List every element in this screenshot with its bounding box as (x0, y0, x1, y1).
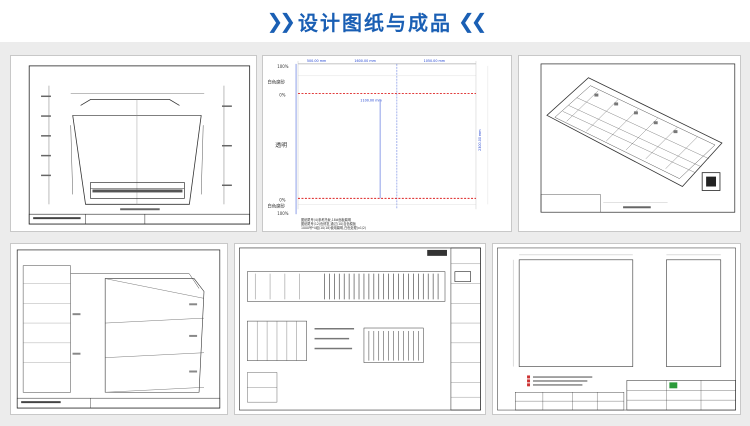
frame-titleblock-drawing (497, 247, 736, 411)
note-line-3: 1000号*4组(10/18)使用磨明,白色处理(x1/2) (301, 225, 366, 230)
drawing-cross-section[interactable] (10, 55, 257, 232)
pct-label-4: 100% (277, 211, 289, 216)
pct-label-2: 0% (279, 93, 286, 98)
title-banner: ❯❯ 设计图纸与成品 ❮❮ (0, 0, 750, 42)
right-chevrons-icon: ❮❮ (458, 9, 487, 33)
dim-top-left: 500.00 mm (307, 59, 326, 63)
dim-top-right: 1050.00 mm (424, 59, 446, 63)
drawing-site-plan[interactable] (518, 55, 741, 232)
dim-vertical: 2300.00 mm (478, 129, 482, 151)
site-plan-drawing (540, 63, 736, 213)
cross-section-drawing (28, 65, 251, 225)
label-transparent: 透明 (275, 141, 287, 149)
title-row: ❯❯ 设计图纸与成品 ❮❮ (0, 6, 750, 36)
building-plan-drawing (16, 249, 221, 409)
pct-label-1: 100% (277, 64, 289, 69)
dim-inner: 1100.00 mm (360, 98, 382, 102)
label-frosted-top: 白色磨砂 (267, 79, 285, 86)
left-chevrons-icon: ❯❯ (266, 9, 295, 33)
drawing-building-plan[interactable] (10, 243, 228, 415)
dim-top-mid: 1600.00 mm (354, 59, 376, 63)
drawing-storefront-elevation[interactable] (234, 243, 486, 415)
drawing-glass-elevation[interactable]: 500.00 mm 1600.00 mm 1050.00 mm 1100.00 … (262, 55, 512, 232)
pct-label-3: 0% (279, 197, 286, 202)
drawing-frame-titleblock[interactable] (492, 243, 741, 415)
glass-elevation-drawing: 500.00 mm 1600.00 mm 1050.00 mm 1100.00 … (267, 59, 488, 230)
label-frosted-bottom: 白色磨砂 (267, 202, 285, 209)
section-title: 设计图纸与成品 (298, 10, 452, 35)
storefront-elevation-drawing (239, 247, 481, 411)
